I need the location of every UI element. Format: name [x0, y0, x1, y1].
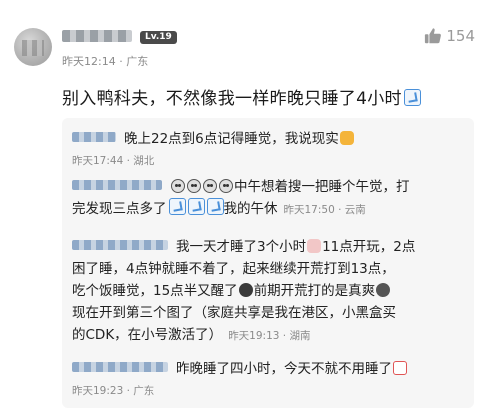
- girl-emoji-icon: [238, 283, 253, 297]
- sleeping-emoji-icon: [206, 198, 224, 215]
- reply-text: 我一天才睡了3个小时: [176, 239, 307, 255]
- comment-card: user Lv.19 昨天12:14 · 广东 154 别入鸭科夫，不然像我一样…: [0, 0, 489, 412]
- level-badge: Lv.19: [140, 31, 177, 44]
- reply-text: 吃个饭睡觉，15点半又醒了: [72, 283, 238, 299]
- reply-text: 我的午休: [223, 201, 278, 217]
- reply-item: u 昨晚睡了四小时，今天不就不用睡了 昨天19:23 · 广东: [72, 358, 470, 402]
- reply-meta: 昨天19:23 · 广东: [72, 385, 155, 397]
- reply-text: 中午想着搜一把睡个午觉，打: [234, 179, 410, 195]
- replies-panel: u 晚上22点到6点记得睡觉，我说现实 昨天17:44 · 湖北 u 中午想着搜一把…: [62, 118, 474, 408]
- sleeping-emoji-icon: [403, 89, 421, 106]
- glasses-emoji-icon: [171, 179, 185, 193]
- reply-text: 完发现三点多了: [72, 201, 167, 217]
- comment-meta: 昨天12:14 · 广东: [62, 55, 149, 68]
- sleeping-emoji-icon: [307, 239, 322, 253]
- glasses-emoji-icon: [203, 179, 217, 193]
- sleeping-emoji-icon: [168, 198, 186, 215]
- reply-username-blurred[interactable]: u: [72, 362, 168, 372]
- sleeping-emoji-icon: [187, 198, 205, 215]
- glasses-emoji-icon: [219, 179, 233, 193]
- calendar-emoji-icon: [393, 361, 407, 375]
- reply-text: 的CDK，在小号激活了）: [72, 327, 223, 343]
- reply-item: u 晚上22点到6点记得睡觉，我说现实 昨天17:44 · 湖北: [72, 128, 470, 172]
- reply-meta: 昨天17:50 · 云南: [283, 204, 366, 216]
- reply-username-blurred[interactable]: u: [72, 132, 116, 142]
- username-blurred[interactable]: user: [62, 30, 132, 42]
- reply-username-blurred[interactable]: u: [72, 180, 162, 190]
- reply-text: 前期开荒打的是真爽: [253, 283, 376, 299]
- reply-meta: 昨天17:44 · 湖北: [72, 155, 155, 167]
- like-button[interactable]: 154: [424, 27, 475, 45]
- reply-text: 困了睡，4点钟就睡不着了，起来继续开荒打到13点，: [72, 261, 395, 277]
- thumbs-up-icon: [425, 28, 442, 44]
- reply-meta: 昨天19:13 · 湖南: [228, 330, 311, 342]
- cat-emoji-icon: [339, 131, 354, 145]
- comment-text: 别入鸭科夫，不然像我一样昨晚只睡了4小时: [62, 84, 421, 109]
- glasses-emoji-icon: [187, 179, 201, 193]
- reply-text: 晚上22点到6点记得睡觉，我说现实: [124, 131, 339, 147]
- reply-username-blurred[interactable]: u: [72, 240, 168, 250]
- cool-emoji-icon: [376, 283, 391, 297]
- like-count: 154: [446, 27, 475, 45]
- reply-text: 11点开玩，2点: [322, 239, 416, 255]
- reply-item: u 中午想着搜一把睡个午觉，打 完发现三点多了 我的午休昨天17:50 · 云南: [72, 176, 470, 221]
- reply-text: 现在开到第三个图了（家庭共享是我在港区，小黑盒买: [72, 305, 396, 321]
- reply-item: u 我一天才睡了3个小时 11点开玩，2点 困了睡，4点钟就睡不着了，起来继续开荒打…: [72, 236, 470, 347]
- reply-text: 昨晚睡了四小时，今天不就不用睡了: [176, 361, 392, 377]
- avatar[interactable]: [14, 28, 52, 66]
